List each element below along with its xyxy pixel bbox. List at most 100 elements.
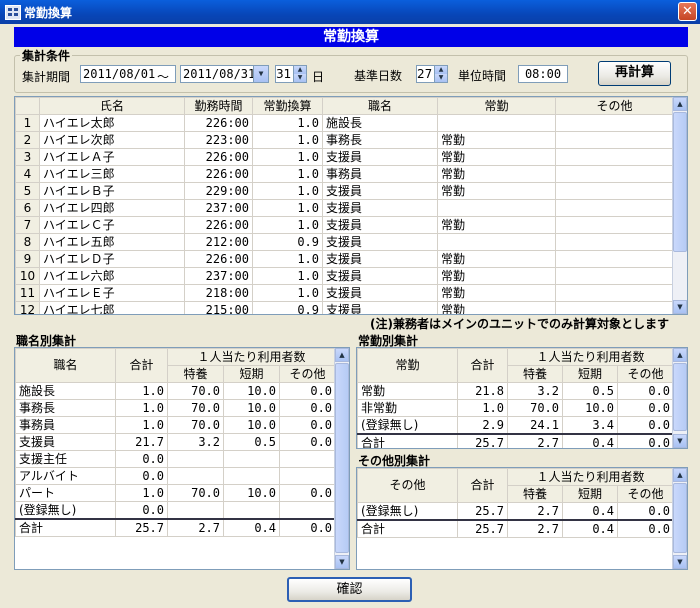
- table-cell[interactable]: [278, 450, 337, 468]
- table-cell[interactable]: 10.0: [223, 484, 280, 502]
- table-cell[interactable]: [555, 284, 674, 302]
- table-cell[interactable]: [555, 114, 674, 132]
- table-row[interactable]: 4 ハイエレ三郎 226:00 1.0 事務員 常勤: [15, 165, 674, 183]
- table-cell[interactable]: 0.0: [115, 501, 168, 520]
- table-cell[interactable]: ハイエレＥ子: [39, 284, 185, 302]
- table-cell[interactable]: 1.0: [252, 182, 323, 200]
- table-cell[interactable]: 0.0: [616, 519, 675, 538]
- table-cell[interactable]: 常勤: [437, 148, 556, 166]
- scroll-up-icon[interactable]: ▲: [673, 468, 687, 482]
- table-cell[interactable]: 支援員: [322, 199, 438, 217]
- table-cell[interactable]: 事務長: [322, 131, 438, 149]
- table-cell[interactable]: 2.7: [167, 518, 224, 537]
- table-cell[interactable]: 25.7: [457, 519, 508, 538]
- fulltime-summary-scrollbar[interactable]: ▲ ▼: [672, 348, 687, 448]
- table-cell[interactable]: [555, 250, 674, 268]
- table-cell[interactable]: [223, 467, 280, 485]
- table-cell[interactable]: 0.4: [562, 433, 618, 448]
- table-cell[interactable]: 226:00: [184, 250, 253, 268]
- table-cell[interactable]: 70.0: [167, 484, 224, 502]
- row-number[interactable]: 7: [15, 216, 40, 234]
- base-days-spinner[interactable]: 27 ▲ ▼: [416, 65, 448, 83]
- table-cell[interactable]: 21.8: [457, 382, 508, 400]
- scroll-thumb[interactable]: [335, 363, 349, 553]
- table-cell[interactable]: [278, 467, 337, 485]
- table-cell[interactable]: 0.0: [278, 518, 337, 537]
- table-cell[interactable]: 常勤: [437, 284, 556, 302]
- table-cell[interactable]: 常勤: [437, 301, 556, 314]
- table-cell[interactable]: 10.0: [562, 399, 618, 417]
- table-cell[interactable]: [555, 216, 674, 234]
- table-row[interactable]: 事務員 1.0 70.0 10.0 0.0: [15, 416, 337, 434]
- days-spinner[interactable]: 31 ▲ ▼: [275, 65, 307, 83]
- table-cell[interactable]: ハイエレＣ子: [39, 216, 185, 234]
- table-cell[interactable]: 237:00: [184, 199, 253, 217]
- table-cell[interactable]: 223:00: [184, 131, 253, 149]
- row-number[interactable]: 6: [15, 199, 40, 217]
- table-row[interactable]: 5 ハイエレＢ子 229:00 1.0 支援員 常勤: [15, 182, 674, 200]
- chevron-down-icon[interactable]: ▼: [253, 66, 268, 82]
- table-cell[interactable]: 1.0: [252, 199, 323, 217]
- table-row[interactable]: 施設長 1.0 70.0 10.0 0.0: [15, 382, 337, 400]
- table-cell[interactable]: [223, 450, 280, 468]
- table-cell[interactable]: [555, 131, 674, 149]
- table-cell[interactable]: 1.0: [252, 216, 323, 234]
- table-cell[interactable]: 0.0: [616, 433, 675, 448]
- table-cell[interactable]: 226:00: [184, 114, 253, 132]
- table-cell[interactable]: 10.0: [223, 416, 280, 434]
- scroll-thumb[interactable]: [673, 483, 687, 553]
- row-label[interactable]: 常勤: [357, 382, 458, 400]
- table-cell[interactable]: 2.9: [457, 416, 508, 435]
- table-cell[interactable]: 2.7: [507, 519, 563, 538]
- table-cell[interactable]: 施設長: [322, 114, 438, 132]
- table-cell[interactable]: 支援員: [322, 148, 438, 166]
- table-cell[interactable]: 70.0: [167, 399, 224, 417]
- row-number[interactable]: 4: [15, 165, 40, 183]
- table-cell[interactable]: 0.0: [616, 382, 675, 400]
- col-header[interactable]: 常勤: [437, 97, 556, 115]
- table-row[interactable]: 支援主任 0.0: [15, 450, 337, 468]
- table-cell[interactable]: 2.7: [507, 502, 563, 521]
- table-cell[interactable]: 支援員: [322, 250, 438, 268]
- table-cell[interactable]: ハイエレ三郎: [39, 165, 185, 183]
- table-row[interactable]: アルバイト 0.0: [15, 467, 337, 485]
- table-cell[interactable]: 0.0: [616, 399, 675, 417]
- row-label[interactable]: 施設長: [15, 382, 116, 400]
- row-label[interactable]: 事務員: [15, 416, 116, 434]
- row-label[interactable]: 非常勤: [357, 399, 458, 417]
- table-cell[interactable]: ハイエレ次郎: [39, 131, 185, 149]
- table-cell[interactable]: [167, 467, 224, 485]
- table-cell[interactable]: 0.0: [278, 416, 337, 434]
- table-row[interactable]: 7 ハイエレＣ子 226:00 1.0 支援員 常勤: [15, 216, 674, 234]
- table-cell[interactable]: 10.0: [223, 382, 280, 400]
- table-cell[interactable]: 1.0: [252, 165, 323, 183]
- table-cell[interactable]: 事務員: [322, 165, 438, 183]
- table-row[interactable]: 6 ハイエレ四郎 237:00 1.0 支援員: [15, 199, 674, 217]
- table-cell[interactable]: 1.0: [252, 148, 323, 166]
- total-row[interactable]: 合計 25.7 2.7 0.4 0.0: [357, 519, 675, 538]
- table-cell[interactable]: [555, 233, 674, 251]
- col-header[interactable]: 氏名: [39, 97, 185, 115]
- row-label[interactable]: アルバイト: [15, 467, 116, 485]
- row-number[interactable]: 5: [15, 182, 40, 200]
- table-cell[interactable]: ハイエレ四郎: [39, 199, 185, 217]
- date-to-picker[interactable]: 2011/08/31 ▼: [180, 65, 269, 83]
- table-cell[interactable]: 0.0: [616, 416, 675, 435]
- table-cell[interactable]: ハイエレ六郎: [39, 267, 185, 285]
- table-cell[interactable]: 0.0: [278, 382, 337, 400]
- table-row[interactable]: 12 ハイエレ七郎 215:00 0.9 支援員 常勤: [15, 301, 674, 314]
- table-cell[interactable]: [555, 148, 674, 166]
- scroll-down-icon[interactable]: ▼: [673, 434, 687, 448]
- table-cell[interactable]: [437, 114, 556, 132]
- table-cell[interactable]: 1.0: [252, 131, 323, 149]
- table-cell[interactable]: [167, 501, 224, 520]
- scroll-up-icon[interactable]: ▲: [673, 97, 687, 111]
- table-cell[interactable]: 0.9: [252, 301, 323, 314]
- table-cell[interactable]: 3.4: [562, 416, 618, 435]
- table-cell[interactable]: 2.7: [507, 433, 563, 448]
- table-row[interactable]: 2 ハイエレ次郎 223:00 1.0 事務長 常勤: [15, 131, 674, 149]
- spin-down-icon[interactable]: ▼: [434, 74, 447, 82]
- unit-time-input[interactable]: 08:00: [518, 65, 568, 83]
- table-cell[interactable]: 0.0: [115, 467, 168, 485]
- table-cell[interactable]: 1.0: [252, 114, 323, 132]
